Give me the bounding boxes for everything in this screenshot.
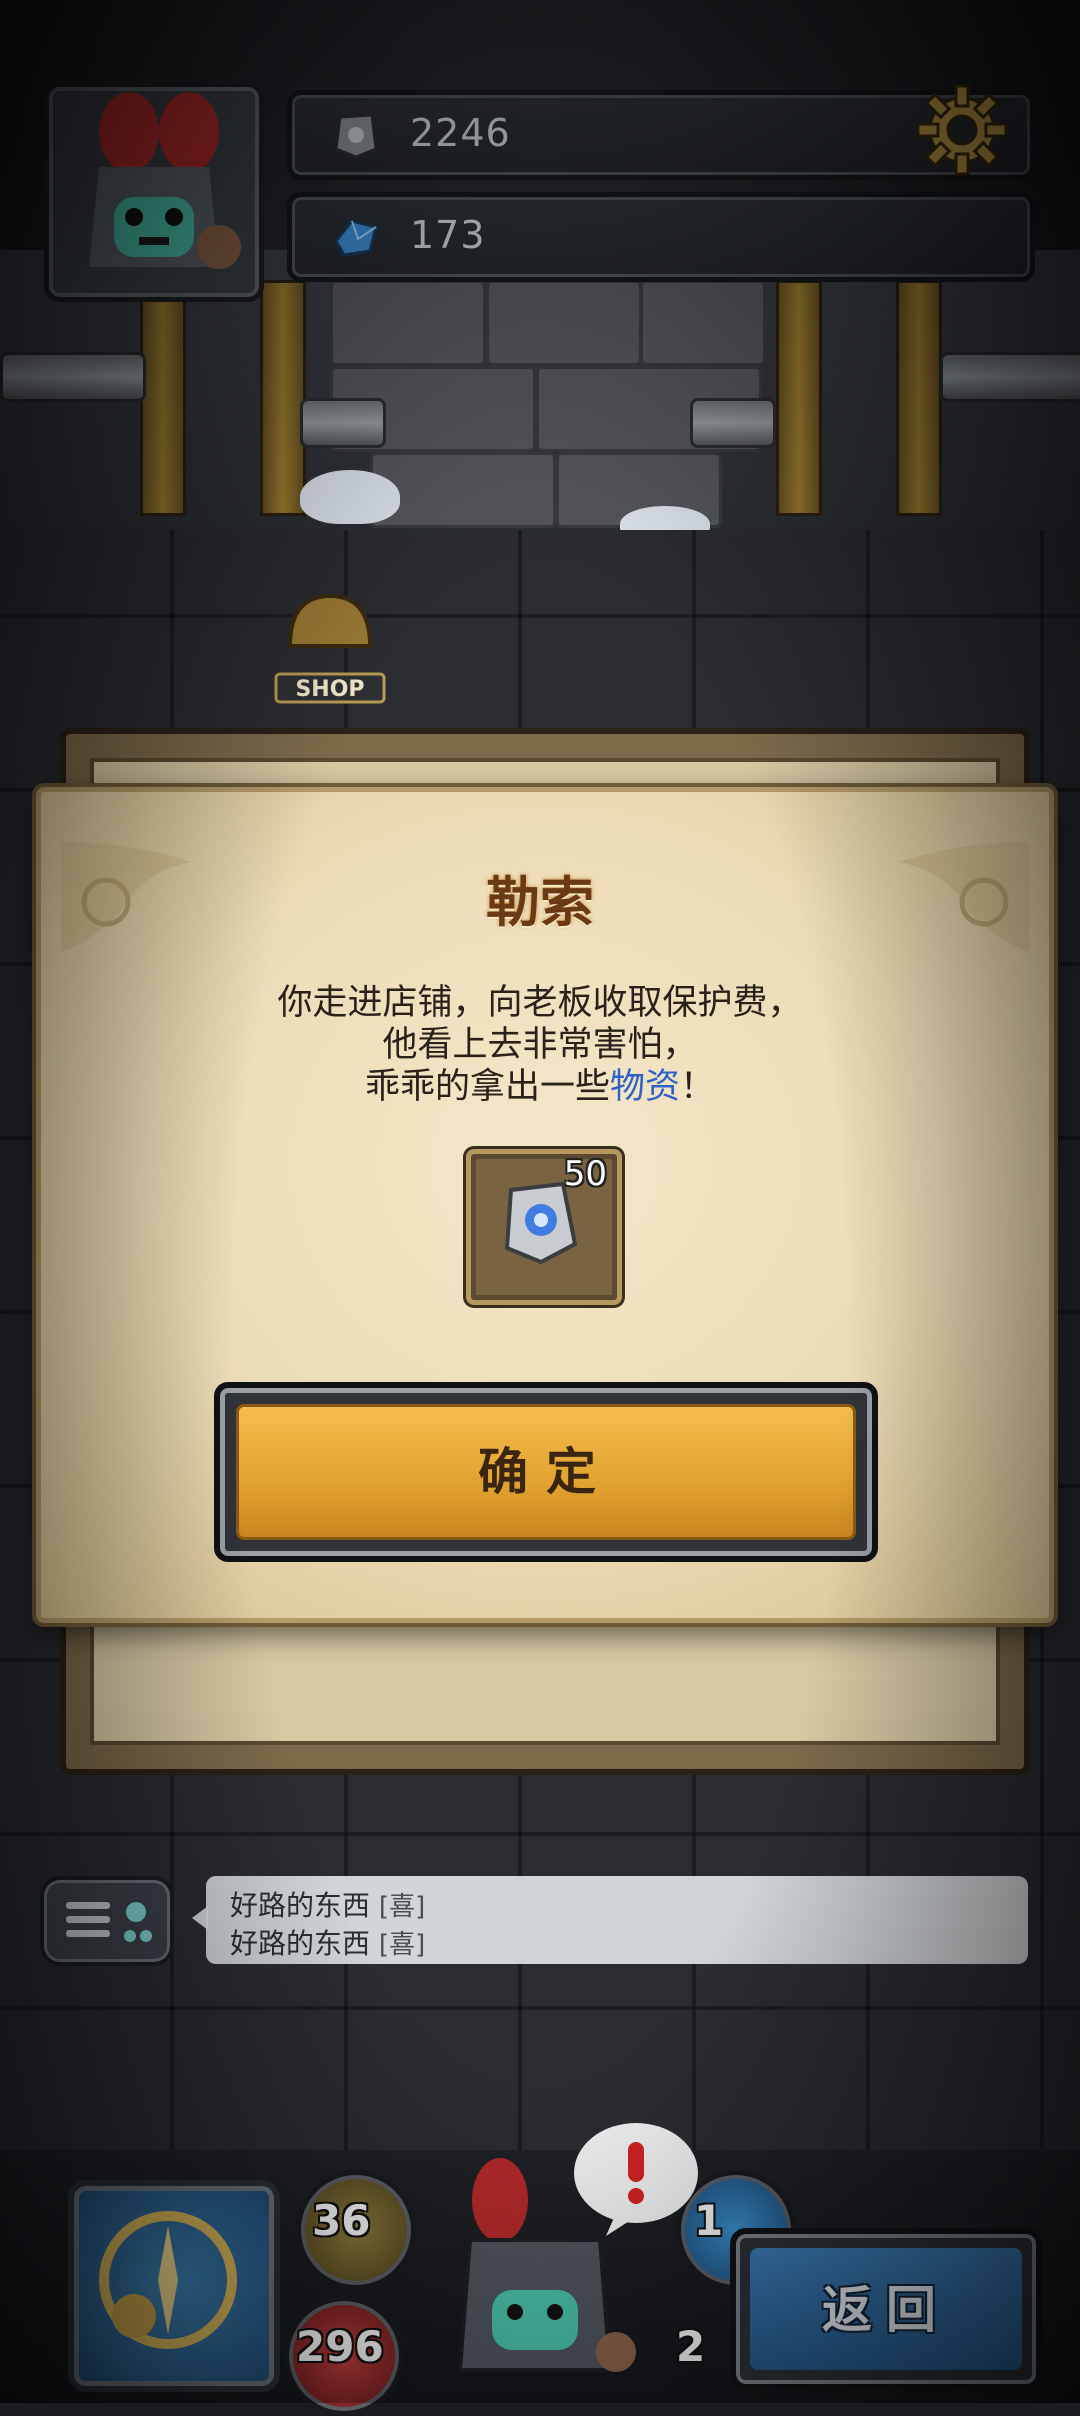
knight-portrait-icon [89,92,241,269]
compass-icon [99,2211,237,2349]
alert-bubble-icon[interactable] [566,2118,706,2238]
blue-gem-icon [334,219,378,257]
pipe [940,352,1080,402]
chat-log[interactable]: 好路的东西 [喜] 好路的东西 [喜] [206,1876,1028,1964]
player-avatar[interactable] [44,82,264,302]
pillar [140,280,186,516]
wall-stone [486,280,642,366]
pipe [690,398,776,448]
supplies-link[interactable]: 物资 [610,1067,680,1107]
message-text: 乖乖的拿出一些 [364,1067,610,1107]
chat-menu-icon [66,1902,152,1942]
message-text: ！ [680,1067,716,1107]
back-label: 返回 [822,2281,950,2339]
gem-count: 173 [410,213,486,257]
reward-item-slot[interactable]: 50 [466,1149,622,1305]
confirm-button[interactable]: 确定 [214,1382,878,1562]
wall-stone [330,280,486,366]
confirm-label: 确定 [478,1443,614,1501]
dialog-message: 你走进店铺，向老板收取保护费， 他看上去非常害怕， 乖乖的拿出一些物资！ [0,982,1080,1108]
rune-stone-icon [334,113,378,159]
chat-text: 好路的东西 [230,1927,371,1960]
message-line: 乖乖的拿出一些物资！ [0,1066,1080,1108]
shop-sign-icon: SHOP [274,593,386,704]
message-line: 他看上去非常害怕， [382,1025,698,1065]
settings-gear-icon[interactable] [912,80,1012,180]
emote-tag: [喜] [378,1930,426,1960]
pipe [0,352,146,402]
pillar [260,280,306,516]
chat-line: 好路的东西 [喜] [230,1884,425,1924]
message-line: 你走进店铺，向老板收取保护费， [277,983,803,1023]
gem-currency-bar: 173 [287,192,1035,282]
shop-sign-label: SHOP [295,677,364,702]
pillar [896,280,942,516]
hp-value: 296 [296,2322,384,2371]
pipe [300,398,386,448]
back-button[interactable]: 返回 [730,2228,1042,2390]
dialog-title: 勒索 [486,870,594,934]
snow-pile [300,470,400,524]
reward-count: 50 [563,1154,607,1194]
attack-value: 36 [312,2196,371,2245]
chat-line: 好路的东西 [喜] [230,1922,425,1962]
pillar [776,280,822,516]
stat-value: 2 [676,2322,706,2371]
wall-stone [640,280,766,366]
chat-text: 好路的东西 [230,1889,371,1922]
stone-count: 2246 [410,111,511,155]
compass-button[interactable] [68,2180,280,2392]
chat-button[interactable] [40,1876,174,1966]
emote-tag: [喜] [378,1892,426,1922]
